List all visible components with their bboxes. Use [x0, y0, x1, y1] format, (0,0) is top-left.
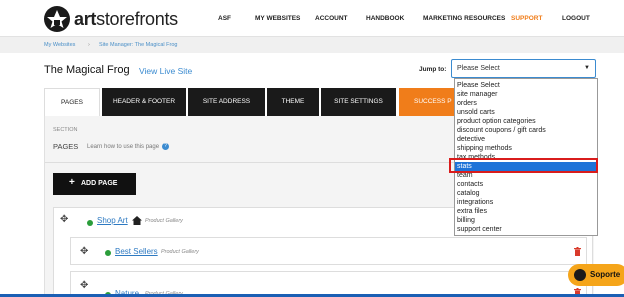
- option-unsold-carts[interactable]: unsold carts: [457, 108, 495, 117]
- support-chat-label: Soporte: [590, 270, 621, 279]
- page-row-best-sellers: ✥ Best Sellers Product Gallery: [70, 237, 587, 265]
- nav-asf[interactable]: ASF: [218, 15, 231, 22]
- tab-theme[interactable]: THEME: [267, 88, 319, 116]
- chat-icon: [574, 269, 586, 281]
- section-name: PAGES: [53, 142, 79, 151]
- learn-how-link[interactable]: Learn how to use this page?: [87, 143, 170, 151]
- home-icon: [132, 216, 142, 225]
- help-icon: ?: [162, 143, 170, 150]
- breadcrumb: My Websites › Site Manager: The Magical …: [0, 37, 624, 53]
- page-type-label: Product Gallery: [161, 249, 199, 255]
- plus-icon: +: [69, 177, 75, 188]
- page-type-label: Product Gallery: [145, 218, 183, 224]
- status-dot-icon: [105, 250, 111, 256]
- option-orders[interactable]: orders: [457, 99, 477, 108]
- option-detective[interactable]: detective: [457, 135, 485, 144]
- add-page-button[interactable]: + ADD PAGE: [53, 173, 136, 195]
- tab-site-address[interactable]: SITE ADDRESS: [188, 88, 265, 116]
- breadcrumb-current[interactable]: Site Manager: The Magical Frog: [99, 42, 177, 48]
- jump-to-selected-value: Please Select: [457, 65, 500, 72]
- logo-mark-icon: [44, 6, 70, 32]
- page-title: The Magical Frog: [44, 64, 130, 76]
- nav-account[interactable]: ACCOUNT: [315, 15, 348, 22]
- jump-to-dropdown-list: Please Select site manager orders unsold…: [454, 78, 598, 236]
- option-extra-files[interactable]: extra files: [457, 207, 487, 216]
- tab-pages[interactable]: PAGES: [44, 88, 100, 116]
- drag-handle-icon[interactable]: ✥: [80, 246, 88, 257]
- nav-my-websites[interactable]: MY WEBSITES: [255, 15, 300, 22]
- option-product-option-categories[interactable]: product option categories: [457, 117, 536, 126]
- nav-handbook[interactable]: HANDBOOK: [366, 15, 404, 22]
- learn-how-text: Learn how to use this page: [87, 144, 160, 151]
- tab-header-footer[interactable]: HEADER & FOOTER: [102, 88, 186, 116]
- option-please-select[interactable]: Please Select: [457, 81, 500, 90]
- top-navigation: artstorefronts ASF MY WEBSITES ACCOUNT H…: [0, 0, 624, 37]
- status-dot-icon: [87, 220, 93, 226]
- nav-marketing-resources[interactable]: MARKETING RESOURCES: [423, 15, 505, 22]
- support-chat-button[interactable]: Soporte: [568, 264, 624, 286]
- option-site-manager[interactable]: site manager: [457, 90, 497, 99]
- drag-handle-icon[interactable]: ✥: [80, 280, 88, 291]
- logo-text: artstorefronts: [74, 8, 178, 29]
- view-live-site-link[interactable]: View Live Site: [139, 66, 192, 76]
- breadcrumb-my-websites[interactable]: My Websites: [44, 42, 75, 48]
- drag-handle-icon[interactable]: ✥: [60, 214, 68, 225]
- option-shipping-methods[interactable]: shipping methods: [457, 144, 512, 153]
- option-integrations[interactable]: integrations: [457, 198, 493, 207]
- page-link-best-sellers[interactable]: Best Sellers: [115, 247, 158, 256]
- dropdown-arrow-icon: ▼: [584, 65, 590, 71]
- option-catalog[interactable]: catalog: [457, 189, 480, 198]
- annotation-highlight-box: [449, 158, 598, 173]
- add-page-label: ADD PAGE: [81, 180, 118, 187]
- trash-icon[interactable]: [574, 247, 581, 256]
- tab-success[interactable]: SUCCESS P: [399, 88, 454, 116]
- option-discount-coupons[interactable]: discount coupons / gift cards: [457, 126, 546, 135]
- tab-site-settings[interactable]: SITE SETTINGS: [321, 88, 396, 116]
- option-contacts[interactable]: contacts: [457, 180, 483, 189]
- option-billing[interactable]: billing: [457, 216, 475, 225]
- brand-logo[interactable]: artstorefronts: [44, 6, 178, 32]
- nav-support[interactable]: SUPPORT: [511, 15, 542, 22]
- jump-to-label: Jump to:: [419, 66, 447, 73]
- option-support-center[interactable]: support center: [457, 225, 502, 234]
- page-link-shop-art[interactable]: Shop Art: [97, 216, 128, 225]
- jump-to-select[interactable]: Please Select ▼: [451, 59, 596, 78]
- section-label: SECTION: [53, 127, 78, 133]
- nav-logout[interactable]: LOGOUT: [562, 15, 590, 22]
- breadcrumb-separator: ›: [88, 42, 90, 48]
